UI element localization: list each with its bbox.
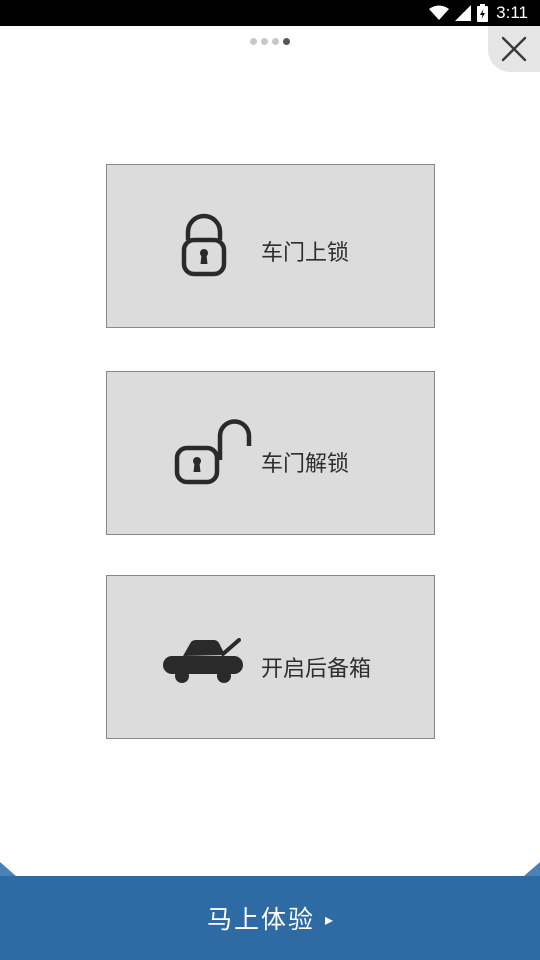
- play-arrow-icon: ▸: [324, 909, 334, 929]
- lock-closed-icon: [181, 213, 227, 277]
- page-indicator: [250, 38, 290, 45]
- car-trunk-icon: [163, 638, 243, 683]
- unlock-doors-label: 车门解锁: [261, 452, 350, 477]
- status-bar: 3:11: [0, 0, 540, 26]
- close-icon: [501, 36, 527, 62]
- cta-bar: 马上体验 ▸: [0, 862, 540, 960]
- open-trunk-label: 开启后备箱: [261, 657, 372, 682]
- lock-doors-label: 车门上锁: [261, 241, 350, 266]
- open-trunk-button[interactable]: 开启后备箱: [106, 575, 435, 739]
- try-now-label: 马上体验: [206, 905, 315, 934]
- signal-icon: [455, 5, 472, 21]
- try-now-button[interactable]: 马上体验 ▸: [0, 876, 540, 960]
- page-dot: [272, 38, 279, 45]
- unlock-doors-button[interactable]: 车门解锁: [106, 371, 435, 535]
- wifi-icon: [429, 5, 450, 20]
- status-time: 3:11: [496, 3, 528, 22]
- lock-doors-button[interactable]: 车门上锁: [106, 164, 435, 328]
- page-dot-active: [283, 38, 290, 45]
- lock-open-icon: [174, 419, 252, 485]
- page-dot: [250, 38, 257, 45]
- battery-icon: [477, 4, 489, 22]
- page-dot: [261, 38, 268, 45]
- close-button[interactable]: [488, 26, 540, 72]
